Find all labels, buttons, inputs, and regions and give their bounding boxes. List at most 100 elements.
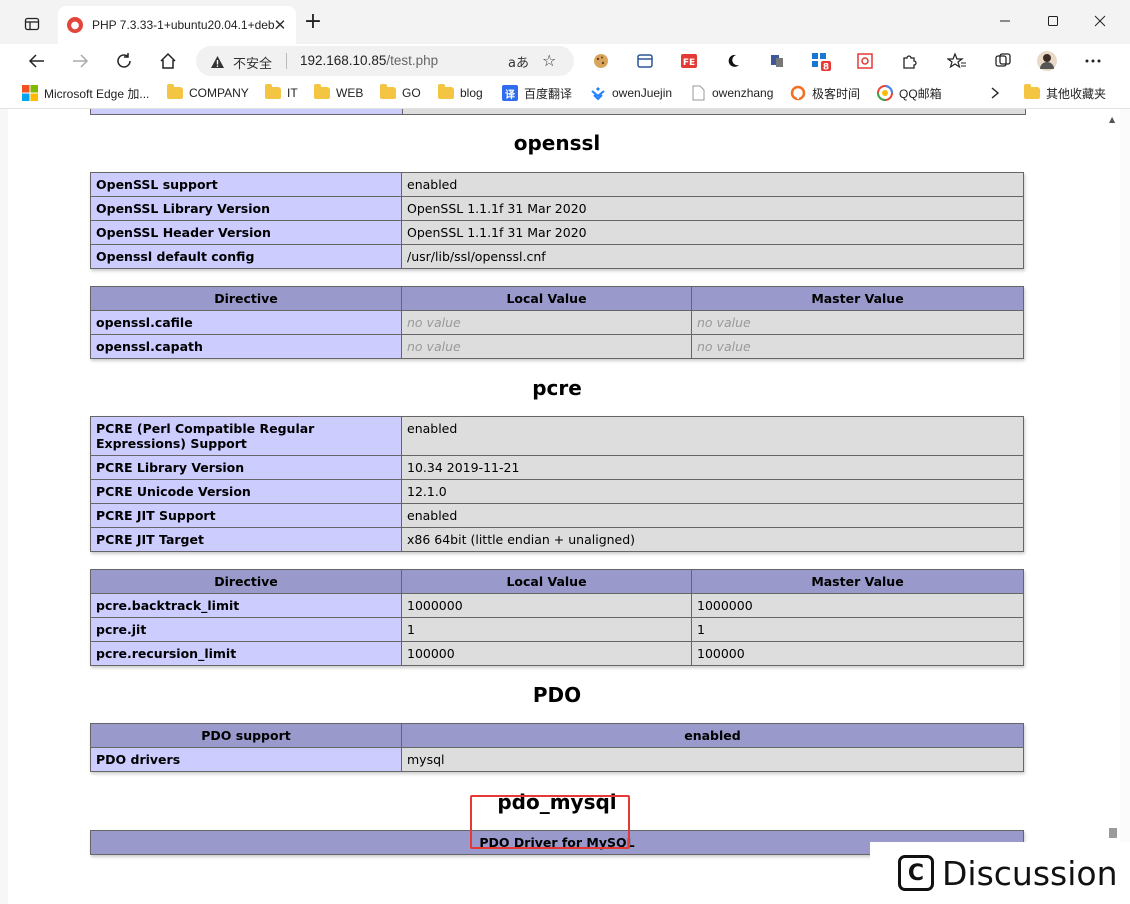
- forward-icon[interactable]: [67, 48, 93, 74]
- bookmark-owenjuejin[interactable]: owenJuejin: [590, 84, 672, 102]
- page-viewport: openssl OpenSSL support enabled OpenSSL L…: [8, 109, 1120, 896]
- info-key: PDO drivers: [90, 747, 402, 772]
- table-row: PCRE (Perl Compatible Regular Expression…: [90, 416, 1024, 456]
- bookmark-label: 其他收藏夹: [1046, 86, 1107, 101]
- back-icon[interactable]: [24, 48, 50, 74]
- info-value: enabled: [401, 503, 1024, 528]
- phpinfo-content: openssl OpenSSL support enabled OpenSSL L…: [90, 109, 1024, 855]
- bookmark-label: GO: [402, 86, 421, 100]
- table-header-row: PDO support enabled: [90, 723, 1024, 748]
- close-window-icon[interactable]: [1085, 8, 1115, 34]
- info-value: OpenSSL 1.1.1f 31 Mar 2020: [401, 220, 1024, 245]
- info-key: OpenSSL Library Version: [90, 196, 402, 221]
- dark-mode-moon-icon[interactable]: [722, 50, 744, 72]
- info-key: OpenSSL Header Version: [90, 220, 402, 245]
- info-value: mysql: [401, 747, 1024, 772]
- browser-window: ● PHP 7.3.33-1+ubuntu20.04.1+deb.sury.or…: [0, 0, 1130, 904]
- vertical-scrollbar[interactable]: ▲: [1106, 115, 1118, 845]
- refresh-icon[interactable]: [111, 48, 137, 74]
- extensions-puzzle-icon[interactable]: [898, 50, 920, 72]
- bookmark-geektime[interactable]: 极客时间: [790, 84, 860, 102]
- column-header: Local Value: [401, 286, 692, 311]
- minimize-icon[interactable]: [990, 8, 1020, 34]
- collections-icon[interactable]: [992, 50, 1014, 72]
- bookmark-baidu-translate[interactable]: 译百度翻译: [502, 84, 572, 102]
- column-header: enabled: [401, 723, 1024, 748]
- weibo-favicon-icon: ●: [67, 17, 83, 33]
- bookmark-owenzhang[interactable]: owenzhang: [690, 84, 773, 102]
- more-menu-icon[interactable]: [1082, 50, 1104, 72]
- bookmark-label: blog: [460, 86, 483, 100]
- discussion-logo-icon: C: [898, 855, 934, 891]
- bookmark-folder-web[interactable]: WEB: [314, 84, 363, 102]
- fe-extension-icon[interactable]: FE: [678, 50, 700, 72]
- cookie-extension-icon[interactable]: [590, 50, 612, 72]
- info-key: PCRE Unicode Version: [90, 479, 402, 504]
- maximize-icon[interactable]: [1038, 8, 1068, 34]
- bookmark-microsoft-edge[interactable]: Microsoft Edge 加...: [22, 84, 149, 102]
- translator-extension-icon[interactable]: [766, 50, 788, 72]
- master-value: 1: [691, 617, 1024, 642]
- capture-extension-icon[interactable]: [854, 50, 876, 72]
- bookmark-label: Microsoft Edge 加...: [44, 86, 150, 101]
- section-title-pdo: PDO: [532, 683, 582, 707]
- favorites-bar: Microsoft Edge 加... COMPANY IT WEB GO bl…: [0, 78, 1130, 109]
- info-value: OpenSSL 1.1.1f 31 Mar 2020: [401, 196, 1024, 221]
- bookmark-other-favorites[interactable]: 其他收藏夹: [1024, 84, 1106, 102]
- windows-logo-icon: [22, 85, 38, 101]
- directive-name: pcre.jit: [90, 617, 402, 642]
- discussion-watermark: C Discussion: [870, 842, 1130, 904]
- pcre-info-table: PCRE (Perl Compatible Regular Expression…: [90, 416, 1024, 552]
- table-row: openssl.capath no value no value: [90, 334, 1024, 359]
- qqmail-icon: [877, 85, 893, 101]
- bookmark-folder-go[interactable]: GO: [380, 84, 421, 102]
- bookmark-folder-company[interactable]: COMPANY: [167, 84, 249, 102]
- page-icon: [690, 85, 706, 101]
- pcre-directive-table: Directive Local Value Master Value pcre.ba…: [90, 569, 1024, 666]
- info-key: PCRE JIT Target: [90, 527, 402, 552]
- window-extension-icon[interactable]: [634, 50, 656, 72]
- address-bar[interactable]: 不安全 192.168.10.85/test.php aあ ☆: [196, 46, 574, 76]
- active-tab[interactable]: ● PHP 7.3.33-1+ubuntu20.04.1+deb.sury.or…: [58, 6, 296, 44]
- column-header: Directive: [90, 286, 402, 311]
- table-header-row: Directive Local Value Master Value: [90, 286, 1024, 311]
- read-aloud-icon[interactable]: aあ: [508, 52, 529, 71]
- info-value: 12.1.0: [401, 479, 1024, 504]
- bookmark-label: IT: [287, 86, 298, 100]
- warning-icon[interactable]: [210, 54, 225, 73]
- add-favorite-icon[interactable]: ☆: [542, 51, 556, 70]
- table-row: Openssl default config/usr/lib/ssl/opens…: [90, 244, 1024, 269]
- tab-close-icon[interactable]: ✕: [272, 17, 288, 33]
- tab-title: PHP 7.3.33-1+ubuntu20.04.1+deb.sury.org+…: [92, 18, 278, 32]
- openssl-info-table: OpenSSL support enabled OpenSSL Library V…: [90, 172, 1024, 269]
- scrollbar-thumb[interactable]: [1109, 828, 1117, 838]
- folder-icon: [314, 84, 330, 99]
- bookmarks-overflow-chevron-icon[interactable]: [990, 84, 1000, 102]
- home-icon[interactable]: [155, 48, 181, 74]
- info-value: 10.34 2019-11-21: [401, 455, 1024, 480]
- master-value: 1000000: [691, 593, 1024, 618]
- table-row: OpenSSL Header Version OpenSSL 1.1.1f 31 …: [90, 220, 1024, 245]
- master-value: no value: [691, 310, 1024, 335]
- profile-avatar[interactable]: [1036, 50, 1058, 72]
- column-header: Directive: [90, 569, 402, 594]
- bookmark-folder-blog[interactable]: blog: [438, 84, 483, 102]
- info-key: PCRE JIT Support: [90, 503, 402, 528]
- directive-name: pcre.backtrack_limit: [90, 593, 402, 618]
- favorites-icon[interactable]: [946, 50, 968, 72]
- geektime-icon: [790, 85, 806, 101]
- apps-extension-icon[interactable]: 8: [810, 50, 832, 72]
- bookmark-folder-it[interactable]: IT: [265, 84, 298, 102]
- scroll-up-arrow-icon[interactable]: ▲: [1109, 115, 1115, 124]
- folder-icon: [380, 84, 396, 99]
- master-value: no value: [691, 334, 1024, 359]
- tab-actions-icon[interactable]: [20, 12, 44, 36]
- url-text[interactable]: 192.168.10.85/test.php: [300, 53, 438, 68]
- new-tab-button[interactable]: +: [302, 11, 324, 34]
- local-value: 1: [401, 617, 692, 642]
- folder-icon: [265, 84, 281, 99]
- bookmark-qqmail[interactable]: QQ邮箱: [877, 84, 942, 102]
- column-header: Local Value: [401, 569, 692, 594]
- bookmark-label: 极客时间: [812, 86, 861, 101]
- local-value: 100000: [401, 641, 692, 666]
